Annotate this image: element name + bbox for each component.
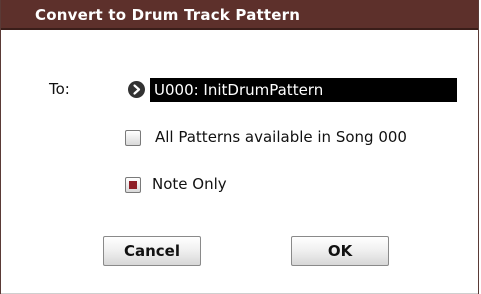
note-only-label: Note Only [152, 175, 227, 193]
dialog-title: Convert to Drum Track Pattern [35, 6, 301, 24]
all-patterns-option[interactable]: All Patterns available in Song 000 [125, 127, 445, 149]
pattern-select-field[interactable]: U000: InitDrumPattern [150, 78, 457, 102]
ok-button[interactable]: OK [291, 236, 389, 266]
popup-arrow-icon[interactable] [128, 81, 145, 98]
note-only-option[interactable]: Note Only [125, 174, 255, 196]
checked-mark-icon [129, 181, 137, 189]
all-patterns-checkbox[interactable] [125, 130, 141, 146]
title-bar: Convert to Drum Track Pattern [1, 0, 478, 30]
all-patterns-label: All Patterns available in Song 000 [155, 128, 407, 146]
convert-dialog: Convert to Drum Track Pattern To: U000: … [0, 0, 479, 294]
cancel-button[interactable]: Cancel [103, 236, 201, 266]
to-label: To: [49, 80, 70, 98]
note-only-checkbox[interactable] [125, 177, 141, 193]
